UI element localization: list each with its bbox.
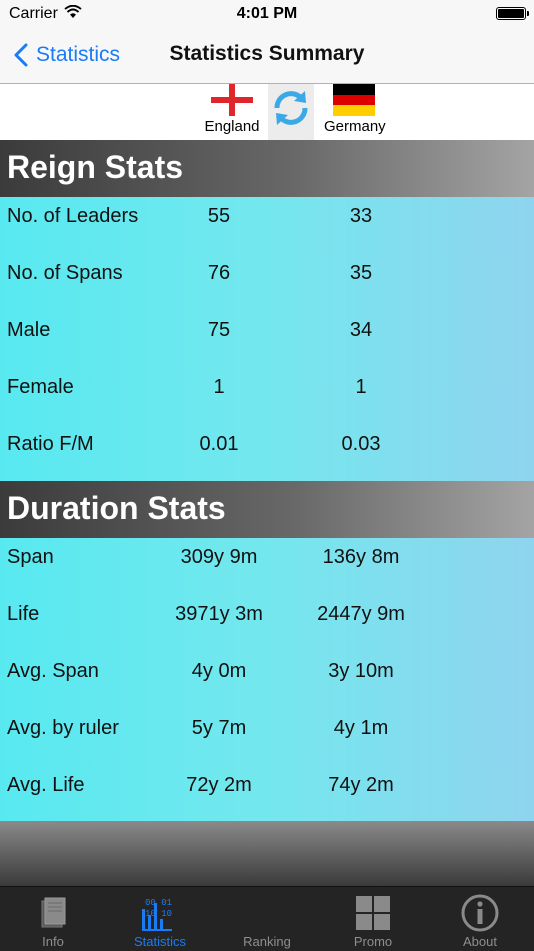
- stat-label: Female: [7, 376, 74, 398]
- book-icon: [41, 897, 66, 928]
- tab-info[interactable]: Info: [0, 887, 106, 951]
- info-icon: [461, 894, 499, 932]
- stat-value-right: 35: [349, 262, 373, 284]
- svg-text:10 10: 10 10: [145, 909, 172, 919]
- stat-value-right: 34: [349, 319, 373, 341]
- stat-label: Span: [7, 546, 54, 568]
- stat-label: Ratio F/M: [7, 433, 94, 455]
- duration-stats-title: Duration Stats: [7, 490, 226, 526]
- stat-row: Male 75 34: [0, 311, 534, 368]
- stat-row: Life 3971y 3m 2447y 9m: [0, 595, 534, 652]
- stat-value-left: 0.01: [199, 433, 239, 455]
- stat-row: Avg. Span 4y 0m 3y 10m: [0, 652, 534, 709]
- battery-icon: [496, 7, 529, 20]
- stat-value-right: 136y 8m: [322, 546, 400, 568]
- tab-bar: Info 00 01 10 10 Statistics Ranking Prom…: [0, 886, 534, 951]
- stat-value-left: 309y 9m: [180, 546, 258, 568]
- stat-value-right: 4y 1m: [333, 717, 389, 739]
- stat-value-left: 72y 2m: [186, 774, 252, 796]
- tab-ranking[interactable]: Ranking: [214, 887, 320, 951]
- stat-label: No. of Leaders: [7, 205, 139, 227]
- tab-statistics-label: Statistics: [133, 934, 186, 949]
- germany-flag-icon: [333, 84, 375, 116]
- stat-row: Span 309y 9m 136y 8m: [0, 538, 534, 595]
- reign-stats-header: Reign Stats: [0, 140, 534, 197]
- page-title: Statistics Summary: [169, 42, 365, 65]
- stat-label: Life: [7, 603, 40, 625]
- tab-promo-label: Promo: [353, 934, 393, 949]
- stat-value-left: 3971y 3m: [175, 603, 263, 625]
- bottom-background: [0, 821, 534, 886]
- navigation-bar: Statistics Statistics Summary: [0, 28, 534, 84]
- reign-stats-title: Reign Stats: [7, 149, 184, 185]
- stat-value-left: 5y 7m: [191, 717, 247, 739]
- stat-value-left: 1: [213, 376, 225, 398]
- stat-label: No. of Spans: [7, 262, 123, 284]
- tab-info-label: Info: [42, 934, 64, 949]
- binary-chart-icon: 00 01 10 10: [142, 898, 172, 931]
- england-flag-icon: [211, 84, 253, 116]
- country-selector: England Germany: [0, 84, 534, 140]
- stat-label: Avg. Span: [7, 660, 99, 682]
- stat-value-right: 3y 10m: [328, 660, 394, 682]
- stat-value-left: 75: [207, 319, 231, 341]
- grid-icon: [356, 896, 390, 930]
- stat-row: Ratio F/M 0.01 0.03: [0, 425, 534, 482]
- duration-stats-panel: Span 309y 9m 136y 8m Life 3971y 3m 2447y…: [0, 538, 534, 821]
- stat-label: Male: [7, 319, 51, 341]
- tab-about-label: About: [463, 934, 497, 949]
- stat-value-left: 4y 0m: [191, 660, 247, 682]
- stat-row: No. of Spans 76 35: [0, 254, 534, 311]
- stat-value-right: 74y 2m: [328, 774, 394, 796]
- country-left[interactable]: England: [202, 84, 262, 135]
- tab-ranking-label: Ranking: [243, 934, 291, 949]
- stat-value-left: 55: [207, 205, 231, 227]
- stat-label: Avg. by ruler: [7, 717, 119, 739]
- country-right[interactable]: Germany: [324, 84, 386, 135]
- status-bar: Carrier 4:01 PM: [0, 0, 534, 28]
- reign-stats-panel: No. of Leaders 55 33 No. of Spans 76 35 …: [0, 197, 534, 481]
- stat-row: Avg. by ruler 5y 7m 4y 1m: [0, 709, 534, 766]
- stat-value-right: 0.03: [341, 433, 381, 455]
- stat-row: Female 1 1: [0, 368, 534, 425]
- tab-about[interactable]: About: [427, 887, 533, 951]
- clock: 4:01 PM: [236, 5, 298, 22]
- stat-row: Avg. Life 72y 2m 74y 2m: [0, 766, 534, 823]
- stat-value-right: 1: [355, 376, 367, 398]
- stat-row: No. of Leaders 55 33: [0, 197, 534, 254]
- tab-statistics[interactable]: 00 01 10 10 Statistics: [107, 887, 213, 951]
- svg-text:00 01: 00 01: [145, 898, 172, 908]
- country-right-name: Germany: [324, 118, 386, 135]
- stat-label: Avg. Life: [7, 774, 85, 796]
- stat-value-right: 2447y 9m: [317, 603, 405, 625]
- swap-button[interactable]: [268, 84, 314, 140]
- stat-value-right: 33: [349, 205, 373, 227]
- stat-value-left: 76: [207, 262, 231, 284]
- country-left-name: England: [204, 118, 260, 135]
- refresh-icon: [274, 91, 308, 125]
- tab-promo[interactable]: Promo: [320, 887, 426, 951]
- duration-stats-header: Duration Stats: [0, 481, 534, 538]
